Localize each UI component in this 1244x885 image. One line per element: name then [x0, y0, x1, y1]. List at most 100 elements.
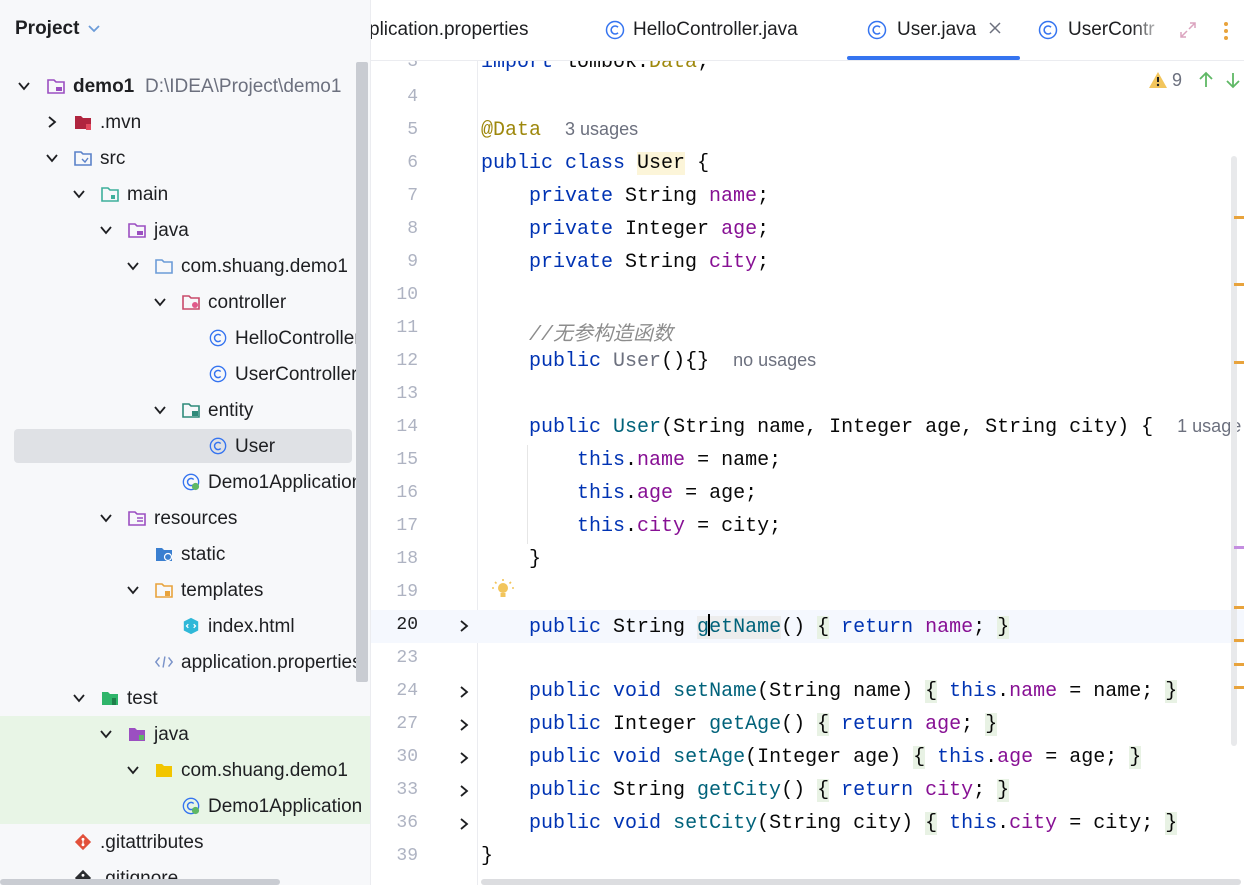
chevron-down-icon[interactable]	[98, 222, 114, 238]
code-line[interactable]: 5 @Data 3 usages	[371, 115, 1244, 148]
code-line[interactable]: 7 private String name;	[371, 181, 1244, 214]
editor-horizontal-scrollbar[interactable]	[481, 879, 1241, 885]
tree-label-demo1applicationtests: Demo1Application	[208, 796, 363, 817]
code-line[interactable]: 4	[371, 82, 1244, 115]
chevron-down-icon[interactable]	[98, 726, 114, 742]
code-line[interactable]: 9 private String city;	[371, 247, 1244, 280]
arrow-down-icon[interactable]	[1225, 71, 1241, 89]
code-line[interactable]: 16 this.age = age;	[371, 478, 1244, 511]
editor-vertical-scrollbar[interactable]	[1231, 156, 1237, 746]
tree-item-controller[interactable]: controller	[0, 284, 370, 320]
tree-label-index-html: index.html	[208, 616, 295, 637]
code-line[interactable]: 3 import lombok.Data;	[371, 61, 1244, 80]
code-text: public void setAge(Integer age) { this.a…	[529, 746, 1142, 769]
code-line[interactable]: 17 this.city = city;	[371, 511, 1244, 544]
usages-hint[interactable]: no usages	[733, 350, 816, 370]
code-line-current[interactable]: 20 public String getName() { return name…	[371, 610, 1244, 643]
chevron-down-icon[interactable]	[125, 762, 141, 778]
code-text: this.city = city;	[577, 515, 782, 538]
chevron-right-icon[interactable]	[457, 685, 471, 699]
code-line[interactable]: 24 public void setName(String name) { th…	[371, 676, 1244, 709]
code-line[interactable]: 33 public String getCity() { return city…	[371, 775, 1244, 808]
code-line[interactable]: 6 public class User {	[371, 148, 1244, 181]
tree-item-demo1application[interactable]: Demo1Application	[0, 464, 370, 500]
chevron-right-icon[interactable]	[457, 817, 471, 831]
code-line[interactable]: 27 public Integer getAge() { return age;…	[371, 709, 1244, 742]
tree-item-gitattributes[interactable]: .gitattributes	[0, 824, 370, 860]
chevron-down-icon[interactable]	[44, 150, 60, 166]
code-line[interactable]: 18 }	[371, 544, 1244, 577]
usages-hint[interactable]: 3 usages	[565, 119, 638, 139]
tree-item-templates[interactable]: templates	[0, 572, 370, 608]
warning-count: 9	[1172, 70, 1183, 90]
code-line[interactable]: 11 //无参构造函数	[371, 313, 1244, 347]
code-line[interactable]: 23	[371, 643, 1244, 676]
project-scrollbar[interactable]	[356, 62, 368, 682]
code-line[interactable]: 12 public User(){} no usages	[371, 346, 1244, 379]
scroll-marker[interactable]	[1234, 686, 1244, 689]
tree-item-demo1applicationtests[interactable]: Demo1Application	[0, 788, 370, 824]
chevron-down-icon[interactable]	[71, 690, 87, 706]
tree-item-resources[interactable]: resources	[0, 500, 370, 536]
tree-item-application-properties[interactable]: application.properties	[0, 644, 370, 680]
code-line[interactable]: 30 public void setAge(Integer age) { thi…	[371, 742, 1244, 775]
chevron-down-icon[interactable]	[86, 20, 102, 36]
code-line[interactable]: 13	[371, 379, 1244, 412]
tree-item-src[interactable]: src	[0, 140, 370, 176]
chevron-right-icon[interactable]	[457, 619, 471, 633]
line-number: 15	[396, 450, 418, 470]
code-line[interactable]: 36 public void setCity(String city) { th…	[371, 808, 1244, 841]
tab-hellocontroller-java[interactable]: HelloController.java	[601, 0, 821, 60]
chevron-down-icon[interactable]	[71, 186, 87, 202]
tree-item-package-test[interactable]: com.shuang.demo1	[0, 752, 370, 788]
tree-item-java-main[interactable]: java	[0, 212, 370, 248]
chevron-right-icon[interactable]	[457, 751, 471, 765]
tree-item-hellocontroller[interactable]: HelloController	[0, 320, 370, 356]
chevron-down-icon[interactable]	[125, 258, 141, 274]
chevron-down-icon[interactable]	[98, 510, 114, 526]
code-line[interactable]: 10	[371, 280, 1244, 313]
resources-folder-icon	[128, 511, 146, 526]
tree-item-entity[interactable]: entity	[0, 392, 370, 428]
code-line[interactable]: 15 this.name = name;	[371, 445, 1244, 478]
more-vertical-icon[interactable]	[1219, 20, 1233, 42]
code-line[interactable]: 14 public User(String name, Integer age,…	[371, 412, 1244, 445]
tree-item-java-test[interactable]: java	[0, 716, 370, 752]
tree-item-demo1[interactable]: demo1 D:\IDEA\Project\demo1	[0, 68, 370, 104]
tree-item-user[interactable]: User	[0, 428, 370, 464]
chevron-down-icon[interactable]	[152, 402, 168, 418]
chevron-right-icon[interactable]	[44, 114, 60, 130]
close-icon[interactable]	[988, 21, 1002, 35]
tree-item-static[interactable]: static	[0, 536, 370, 572]
code-text: @Data 3 usages	[481, 119, 639, 142]
tree-item-usercontroller[interactable]: UserController	[0, 356, 370, 392]
tree-item-package-main[interactable]: com.shuang.demo1	[0, 248, 370, 284]
lightbulb-icon[interactable]	[491, 578, 515, 602]
project-title[interactable]: Project	[15, 18, 79, 40]
scroll-marker[interactable]	[1234, 216, 1244, 219]
arrow-up-icon[interactable]	[1198, 71, 1214, 89]
java-test-folder-icon	[129, 728, 145, 741]
inspection-widget[interactable]: 9	[1148, 69, 1244, 93]
tree-item-index-html[interactable]: index.html	[0, 608, 370, 644]
scroll-marker[interactable]	[1234, 546, 1244, 549]
code-editor[interactable]: 3 import lombok.Data; 4 5 @Data 3 usages…	[371, 61, 1244, 885]
tab-application-properties[interactable]: plication.properties	[371, 0, 571, 60]
chevron-down-icon[interactable]	[152, 294, 168, 310]
chevron-down-icon[interactable]	[16, 78, 32, 94]
chevron-down-icon[interactable]	[125, 582, 141, 598]
scroll-marker[interactable]	[1234, 663, 1244, 666]
chevron-right-icon[interactable]	[457, 718, 471, 732]
scroll-marker[interactable]	[1234, 606, 1244, 609]
scroll-marker[interactable]	[1234, 639, 1244, 642]
code-line[interactable]: 39 }	[371, 841, 1244, 874]
project-horizontal-scrollbar[interactable]	[0, 879, 280, 885]
tree-item-test[interactable]: test	[0, 680, 370, 716]
expand-icon[interactable]	[1178, 20, 1198, 40]
code-line[interactable]: 8 private Integer age;	[371, 214, 1244, 247]
scroll-marker[interactable]	[1234, 283, 1244, 286]
tree-item-mvn[interactable]: .mvn	[0, 104, 370, 140]
chevron-right-icon[interactable]	[457, 784, 471, 798]
tree-item-main[interactable]: main	[0, 176, 370, 212]
scroll-marker[interactable]	[1234, 361, 1244, 364]
